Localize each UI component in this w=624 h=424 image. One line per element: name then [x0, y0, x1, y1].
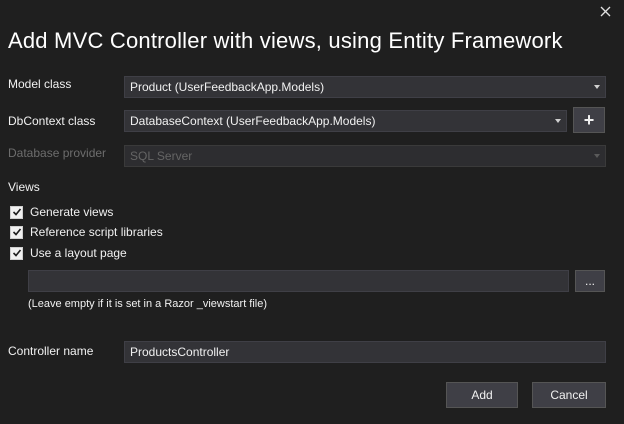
database-provider-label: Database provider [8, 146, 107, 160]
ellipsis-icon: ... [584, 274, 595, 288]
cancel-button[interactable]: Cancel [532, 382, 606, 408]
model-class-dropdown[interactable]: Product (UserFeedbackApp.Models) [124, 76, 606, 98]
reference-script-libraries-label: Reference script libraries [30, 225, 163, 239]
dbcontext-class-value: DatabaseContext (UserFeedbackApp.Models) [130, 114, 376, 128]
model-class-label: Model class [8, 77, 72, 91]
generate-views-checkbox[interactable] [10, 205, 23, 219]
browse-layout-button[interactable]: ... [575, 270, 605, 292]
controller-name-value: ProductsController [130, 345, 230, 359]
reference-script-libraries-option[interactable]: Reference script libraries [10, 225, 163, 239]
close-icon [600, 6, 610, 16]
model-class-value: Product (UserFeedbackApp.Models) [130, 80, 325, 94]
dbcontext-class-dropdown[interactable]: DatabaseContext (UserFeedbackApp.Models) [124, 110, 567, 132]
checkmark-icon [12, 208, 21, 216]
reference-script-libraries-checkbox[interactable] [10, 225, 23, 239]
controller-name-label: Controller name [8, 344, 94, 358]
chevron-down-icon [594, 154, 600, 158]
plus-icon: + [583, 109, 595, 130]
generate-views-label: Generate views [30, 205, 114, 219]
add-dbcontext-button[interactable]: + [573, 107, 605, 133]
database-provider-value: SQL Server [130, 149, 193, 163]
use-layout-page-checkbox[interactable] [10, 246, 23, 260]
chevron-down-icon [594, 85, 600, 89]
generate-views-option[interactable]: Generate views [10, 205, 113, 219]
add-button-label: Add [471, 388, 493, 402]
database-provider-dropdown: SQL Server [124, 145, 606, 167]
checkmark-icon [12, 249, 21, 257]
close-button[interactable] [594, 0, 616, 22]
dialog-title: Add MVC Controller with views, using Ent… [8, 28, 563, 53]
use-layout-page-option[interactable]: Use a layout page [10, 246, 127, 260]
cancel-button-label: Cancel [550, 388, 588, 402]
use-layout-page-label: Use a layout page [30, 246, 127, 260]
layout-page-path-input[interactable] [28, 270, 569, 292]
chevron-down-icon [555, 119, 561, 123]
controller-name-input[interactable]: ProductsController [124, 341, 606, 363]
views-heading: Views [8, 180, 40, 194]
dbcontext-class-label: DbContext class [8, 114, 96, 128]
add-button[interactable]: Add [446, 382, 518, 408]
layout-hint-text: (Leave empty if it is set in a Razor _vi… [28, 298, 268, 310]
checkmark-icon [12, 228, 21, 236]
